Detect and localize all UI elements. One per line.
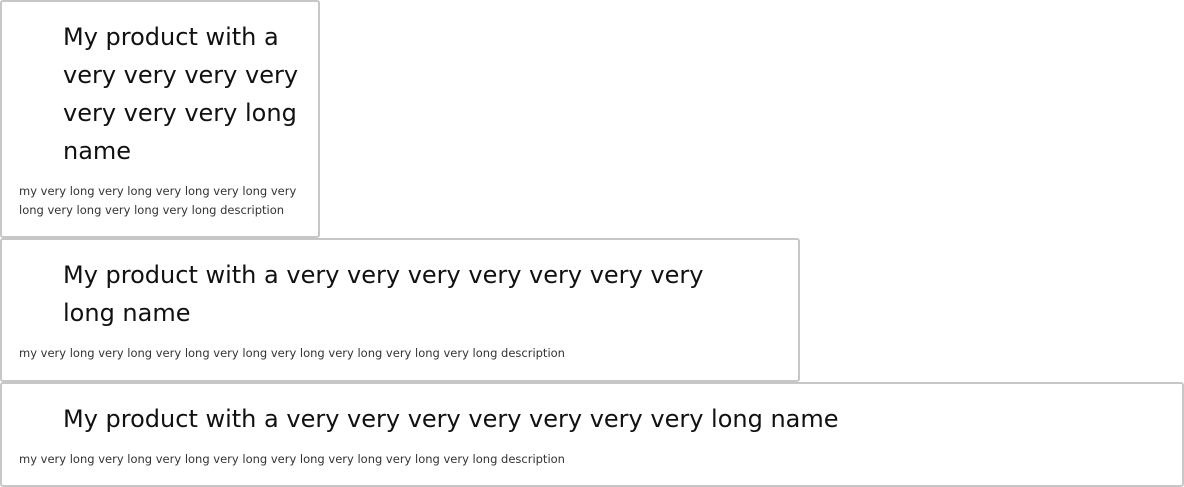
product-name: My product with a very very very very ve… bbox=[63, 405, 839, 433]
product-name: My product with a very very very very ve… bbox=[63, 23, 299, 165]
product-name: My product with a very very very very ve… bbox=[63, 261, 704, 327]
product-description: my very long very long very long very lo… bbox=[19, 452, 565, 466]
product-card[interactable]: My product with a very very very very ve… bbox=[0, 238, 800, 382]
product-card[interactable]: My product with a very very very very ve… bbox=[0, 0, 320, 238]
product-description: my very long very long very long very lo… bbox=[19, 346, 565, 360]
product-description: my very long very long very long very lo… bbox=[19, 184, 297, 217]
product-card[interactable]: My product with a very very very very ve… bbox=[0, 382, 1184, 487]
